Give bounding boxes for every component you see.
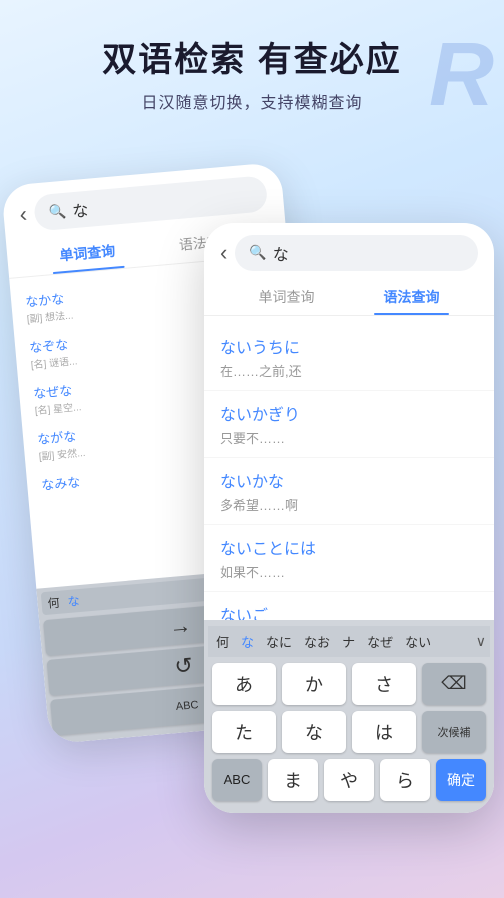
phones-container: ‹ 🔍 な 单词查询 语法查询 なかな [副] 想法... — [0, 143, 504, 843]
key-sa[interactable]: さ — [352, 663, 416, 705]
key-next[interactable]: 次候補 — [422, 711, 486, 753]
back-arrow-icon[interactable]: ‹ — [19, 201, 29, 228]
key-ta[interactable]: た — [212, 711, 276, 753]
list-item[interactable]: ないことには 如果不…… — [204, 525, 494, 592]
keyboard-rows: あ か さ ⌫ た な は 次候補 ABC ま — [208, 657, 490, 807]
list-item[interactable]: ないうちに 在……之前,还 — [204, 324, 494, 391]
keyboard-row-3: ABC ま や ら 确定 — [212, 759, 486, 801]
key-delete[interactable]: ⌫ — [422, 663, 486, 705]
front-tab-words[interactable]: 单词查询 — [224, 287, 349, 315]
front-search-text: な — [273, 241, 289, 265]
front-grammar-list: ないうちに 在……之前,还 ないかぎり 只要不…… ないかな 多希望……啊 ない… — [204, 316, 494, 620]
r-logo: R — [429, 30, 494, 120]
keyboard-row-1: あ か さ ⌫ — [212, 663, 486, 705]
key-ha[interactable]: は — [352, 711, 416, 753]
front-search-icon: 🔍 — [249, 244, 266, 261]
key-confirm[interactable]: 确定 — [436, 759, 486, 801]
key-abc[interactable]: ABC — [212, 759, 262, 801]
kana-key-nao[interactable]: なお — [300, 630, 334, 653]
list-item[interactable]: ないかな 多希望……啊 — [204, 458, 494, 525]
key-a[interactable]: あ — [212, 663, 276, 705]
front-search-bar: ‹ 🔍 な — [204, 223, 494, 279]
kana-key-nani[interactable]: なに — [262, 630, 296, 653]
front-phone: ‹ 🔍 な 单词查询 语法查询 ないうちに 在……之前,还 — [204, 223, 494, 813]
key-na[interactable]: な — [282, 711, 346, 753]
front-keyboard: 何 な なに なお ナ なぜ ない ∨ あ か さ ⌫ — [204, 620, 494, 813]
header: R 双语检索 有查必应 日汉随意切换，支持模糊查询 — [0, 0, 504, 133]
list-item[interactable]: ないご — [204, 592, 494, 620]
kana-key-na[interactable]: な — [237, 630, 258, 653]
search-icon: 🔍 — [48, 202, 67, 220]
front-back-arrow-icon[interactable]: ‹ — [220, 240, 227, 266]
kana-suggestions-row: 何 な なに なお ナ なぜ ない ∨ — [208, 626, 490, 657]
back-kana-na[interactable]: な — [67, 592, 80, 610]
main-title: 双语检索 有查必应 — [20, 40, 484, 81]
key-ka[interactable]: か — [282, 663, 346, 705]
back-search-text: な — [71, 197, 89, 222]
subtitle: 日汉随意切换，支持模糊查询 — [20, 89, 484, 113]
front-tab-grammar[interactable]: 语法查询 — [349, 287, 474, 315]
expand-icon[interactable]: ∨ — [476, 633, 486, 650]
list-item[interactable]: ないかぎり 只要不…… — [204, 391, 494, 458]
back-kana-he[interactable]: 何 — [47, 594, 60, 612]
kana-key-NA[interactable]: ナ — [338, 630, 359, 653]
front-search-input[interactable]: 🔍 な — [235, 235, 478, 271]
front-tab-bar: 单词查询 语法查询 — [204, 279, 494, 316]
key-ya[interactable]: や — [324, 759, 374, 801]
kana-key-naze[interactable]: なぜ — [363, 630, 397, 653]
kana-key-he[interactable]: 何 — [212, 630, 233, 653]
keyboard-row-2: た な は 次候補 — [212, 711, 486, 753]
key-ma[interactable]: ま — [268, 759, 318, 801]
key-ra[interactable]: ら — [380, 759, 430, 801]
kana-key-nai[interactable]: ない — [401, 630, 435, 653]
